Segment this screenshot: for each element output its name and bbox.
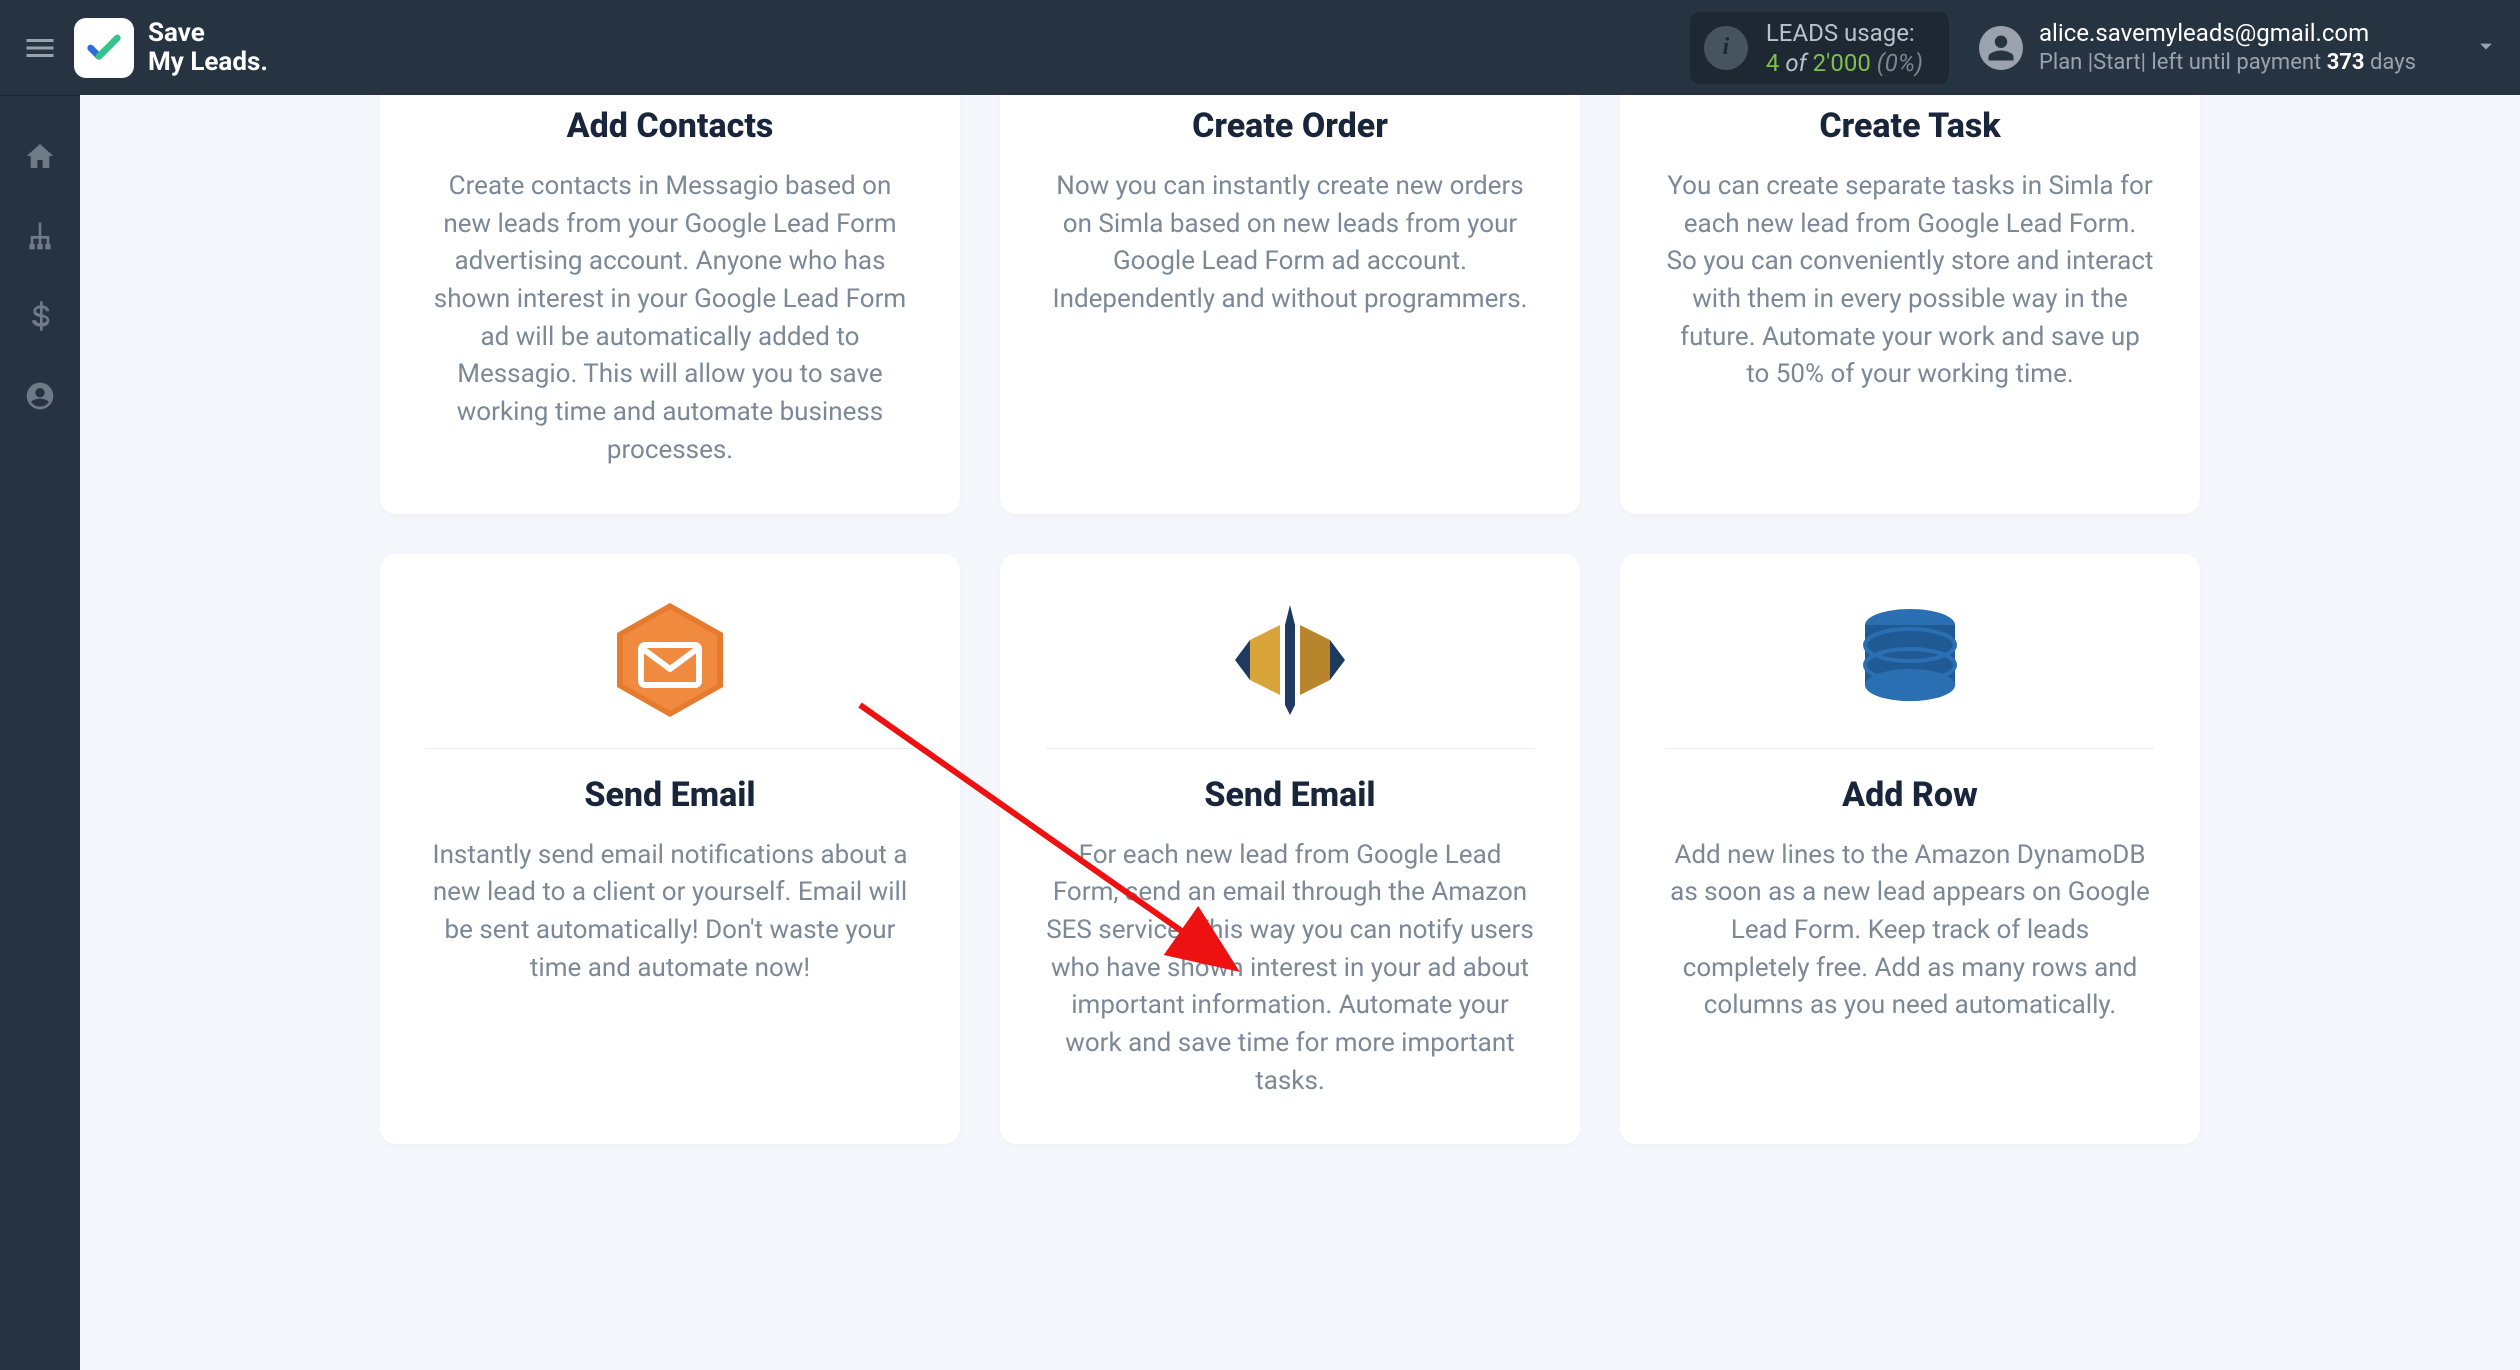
user-info: alice.savemyleads@gmail.com Plan |Start|… [2039,18,2416,78]
card-divider [426,748,914,749]
logo[interactable]: SaveMy Leads. [74,18,268,78]
sitemap-icon [24,220,56,252]
card-title: Add Contacts [567,106,774,146]
ses-icon [1046,590,1534,730]
card-title: Add Row [1842,775,1978,815]
leads-usage-text: LEADS usage: 4 of 2'000 (0%) [1766,18,1923,78]
logo-mark [74,18,134,78]
avatar [1979,26,2023,70]
card-description: Instantly send email notifications about… [426,837,914,988]
home-icon [24,140,56,172]
card-description: Add new lines to the Amazon DynamoDB as … [1666,837,2154,1025]
integration-card-create-task[interactable]: Create Task You can create separate task… [1620,95,2200,514]
user-circle-icon [24,380,56,412]
brand-text: SaveMy Leads. [148,19,268,76]
sidebar-item-billing[interactable] [20,296,60,336]
hamburger-icon [22,30,58,66]
check-icon [84,28,124,68]
header: SaveMy Leads. i LEADS usage: 4 of 2'000 … [0,0,2520,95]
sidebar-item-home[interactable] [20,136,60,176]
card-description: You can create separate tasks in Simla f… [1666,168,2154,394]
sidebar-item-account[interactable] [20,376,60,416]
content: messaggio Add Contacts Create contacts i… [80,95,2520,1370]
user-icon [1986,33,2016,63]
card-divider [1046,748,1534,749]
integration-card-send-email-1[interactable]: Send Email Instantly send email notifica… [380,554,960,1145]
card-description: Now you can instantly create new orders … [1046,168,1534,319]
dynamodb-icon [1666,590,2154,730]
menu-toggle[interactable] [10,18,70,78]
sidebar [0,95,80,1370]
email-hex-icon [426,590,914,730]
chevron-down-icon [2472,32,2500,60]
leads-usage-pill[interactable]: i LEADS usage: 4 of 2'000 (0%) [1690,12,1949,84]
user-menu-chevron [2432,32,2500,64]
card-description: Create contacts in Messagio based on new… [426,168,914,470]
info-icon: i [1704,26,1748,70]
card-title: Send Email [1204,775,1375,815]
card-divider [1666,748,2154,749]
card-description: For each new lead from Google Lead Form,… [1046,837,1534,1101]
card-title: Send Email [584,775,755,815]
integration-card-send-email-ses[interactable]: Send Email For each new lead from Google… [1000,554,1580,1145]
card-title: Create Task [1819,106,2000,146]
card-title: Create Order [1192,106,1388,146]
integration-card-add-row[interactable]: Add Row Add new lines to the Amazon Dyna… [1620,554,2200,1145]
integration-card-add-contacts[interactable]: messaggio Add Contacts Create contacts i… [380,95,960,514]
user-menu[interactable]: alice.savemyleads@gmail.com Plan |Start|… [1979,18,2500,78]
sidebar-item-connections[interactable] [20,216,60,256]
integration-card-create-order[interactable]: Create Order Now you can instantly creat… [1000,95,1580,514]
dollar-icon [24,300,56,332]
